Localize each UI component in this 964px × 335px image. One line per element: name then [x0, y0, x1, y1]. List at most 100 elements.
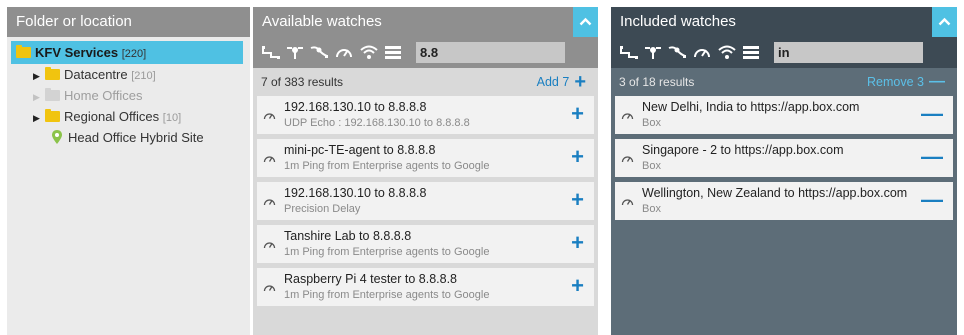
gauge-icon — [263, 156, 276, 163]
available-panel-header: Available watches — [253, 7, 598, 37]
add-button[interactable]: + — [571, 231, 584, 255]
item-subtitle: Box — [642, 203, 661, 215]
gauge-icon — [621, 113, 634, 120]
gauge-icon[interactable] — [693, 44, 711, 60]
add-button[interactable]: + — [571, 145, 584, 169]
folder-panel: Folder or location KFV Services [220] ▶ D… — [7, 7, 250, 335]
filter-toolbar — [611, 37, 957, 68]
tree-root-count: [220] — [121, 48, 147, 60]
included-count-row: 3 of 18 results Remove 3 — — [611, 68, 957, 96]
plus-icon: + — [574, 71, 586, 93]
list-item[interactable]: Wellington, New Zealand to https://app.b… — [615, 182, 953, 220]
tree-item-label: Home Offices — [64, 88, 143, 103]
folder-icon — [45, 67, 60, 80]
filter-toolbar — [253, 37, 598, 68]
list-item[interactable]: Singapore - 2 to https://app.box.com Box… — [615, 139, 953, 177]
route-icon[interactable] — [644, 44, 662, 60]
item-title: New Delhi, India to https://app.box.com — [642, 100, 860, 114]
list-item[interactable]: 192.168.130.10 to 8.8.8.8 Precision Dela… — [257, 182, 594, 220]
traffic-icon[interactable] — [310, 44, 328, 60]
remove-all-label: Remove 3 — [867, 75, 924, 89]
item-subtitle: Box — [642, 117, 661, 129]
gauge-icon[interactable] — [335, 44, 353, 60]
available-watches-panel: Available watches 7 of 383 results Add 7… — [253, 7, 598, 335]
gauge-icon — [263, 113, 276, 120]
tree-item-datacentre[interactable]: ▶ Datacentre [210] — [7, 64, 250, 85]
folder-panel-header: Folder or location — [7, 7, 250, 37]
remove-all-button[interactable]: Remove 3 — — [867, 68, 945, 96]
tree-item-label: Regional Offices — [64, 109, 160, 124]
tree-item-count: [10] — [162, 112, 182, 124]
gauge-icon — [621, 156, 634, 163]
network-path-icon[interactable] — [262, 44, 280, 60]
minus-icon: — — [929, 73, 945, 90]
tree-root-label: KFV Services — [35, 45, 119, 60]
included-list: New Delhi, India to https://app.box.com … — [611, 96, 957, 220]
item-subtitle: Precision Delay — [284, 203, 361, 215]
tree-root-kfv-services[interactable]: KFV Services [220] — [11, 41, 243, 64]
gauge-icon — [263, 242, 276, 249]
tree-item-count: [210] — [131, 70, 156, 82]
item-title: Tanshire Lab to 8.8.8.8 — [284, 229, 412, 243]
remove-button[interactable]: — — [921, 102, 943, 126]
traffic-icon[interactable] — [668, 44, 686, 60]
add-button[interactable]: + — [571, 102, 584, 126]
expand-arrow-icon[interactable]: ▶ — [33, 108, 45, 129]
add-button[interactable]: + — [571, 188, 584, 212]
gauge-icon — [621, 199, 634, 206]
list-item[interactable]: mini-pc-TE-agent to 8.8.8.8 1m Ping from… — [257, 139, 594, 177]
item-title: mini-pc-TE-agent to 8.8.8.8 — [284, 143, 436, 157]
item-subtitle: UDP Echo : 192.168.130.10 to 8.8.8.8 — [284, 117, 470, 129]
folder-icon — [45, 109, 60, 122]
route-icon[interactable] — [286, 44, 304, 60]
available-search-input[interactable] — [416, 42, 565, 63]
chevron-up-icon — [938, 17, 951, 26]
available-list: 192.168.130.10 to 8.8.8.8 UDP Echo : 192… — [253, 96, 598, 306]
included-watches-panel: Included watches 3 of 18 results Remove … — [611, 7, 957, 335]
item-subtitle: 1m Ping from Enterprise agents to Google — [284, 289, 490, 301]
folder-tree: KFV Services [220] ▶ Datacentre [210] ▶ Ho… — [7, 37, 250, 148]
expand-arrow-icon[interactable]: ▶ — [33, 66, 45, 87]
available-result-count: 7 of 383 results — [261, 75, 344, 89]
included-panel-title: Included watches — [620, 13, 736, 30]
included-result-count: 3 of 18 results — [619, 75, 695, 89]
list-item[interactable]: New Delhi, India to https://app.box.com … — [615, 96, 953, 134]
list-item[interactable]: Tanshire Lab to 8.8.8.8 1m Ping from Ent… — [257, 225, 594, 263]
collapse-button[interactable] — [932, 7, 957, 37]
item-title: Wellington, New Zealand to https://app.b… — [642, 186, 908, 200]
add-all-label: Add 7 — [536, 75, 570, 89]
gauge-icon — [263, 199, 276, 206]
tree-item-head-office-hybrid-site[interactable]: Head Office Hybrid Site — [7, 127, 250, 148]
folder-icon — [45, 88, 60, 101]
item-subtitle: 1m Ping from Enterprise agents to Google — [284, 246, 490, 258]
collapse-button[interactable] — [573, 7, 598, 37]
item-subtitle: Box — [642, 160, 661, 172]
wifi-icon[interactable] — [718, 44, 736, 60]
remove-button[interactable]: — — [921, 145, 943, 169]
network-path-icon[interactable] — [620, 44, 638, 60]
list-item[interactable]: 192.168.130.10 to 8.8.8.8 UDP Echo : 192… — [257, 96, 594, 134]
server-icon[interactable] — [742, 44, 760, 60]
included-search-input[interactable] — [774, 42, 923, 63]
add-button[interactable]: + — [571, 274, 584, 298]
available-panel-title: Available watches — [262, 13, 382, 30]
gauge-icon — [263, 285, 276, 292]
add-all-button[interactable]: Add 7 + — [537, 68, 586, 96]
location-pin-icon — [52, 130, 62, 144]
chevron-up-icon — [579, 17, 592, 26]
remove-button[interactable]: — — [921, 188, 943, 212]
tree-item-label: Datacentre — [64, 67, 128, 82]
server-icon[interactable] — [384, 44, 402, 60]
tree-item-regional-offices[interactable]: ▶ Regional Offices [10] — [7, 106, 250, 127]
item-title: 192.168.130.10 to 8.8.8.8 — [284, 186, 427, 200]
expand-arrow-icon[interactable]: ▶ — [33, 87, 45, 108]
item-title: Raspberry Pi 4 tester to 8.8.8.8 — [284, 272, 458, 286]
list-item[interactable]: Raspberry Pi 4 tester to 8.8.8.8 1m Ping… — [257, 268, 594, 306]
item-title: Singapore - 2 to https://app.box.com — [642, 143, 844, 157]
wifi-icon[interactable] — [360, 44, 378, 60]
item-title: 192.168.130.10 to 8.8.8.8 — [284, 100, 427, 114]
item-subtitle: 1m Ping from Enterprise agents to Google — [284, 160, 490, 172]
included-panel-header: Included watches — [611, 7, 957, 37]
tree-item-home-offices[interactable]: ▶ Home Offices — [7, 85, 250, 106]
folder-icon — [16, 45, 31, 58]
